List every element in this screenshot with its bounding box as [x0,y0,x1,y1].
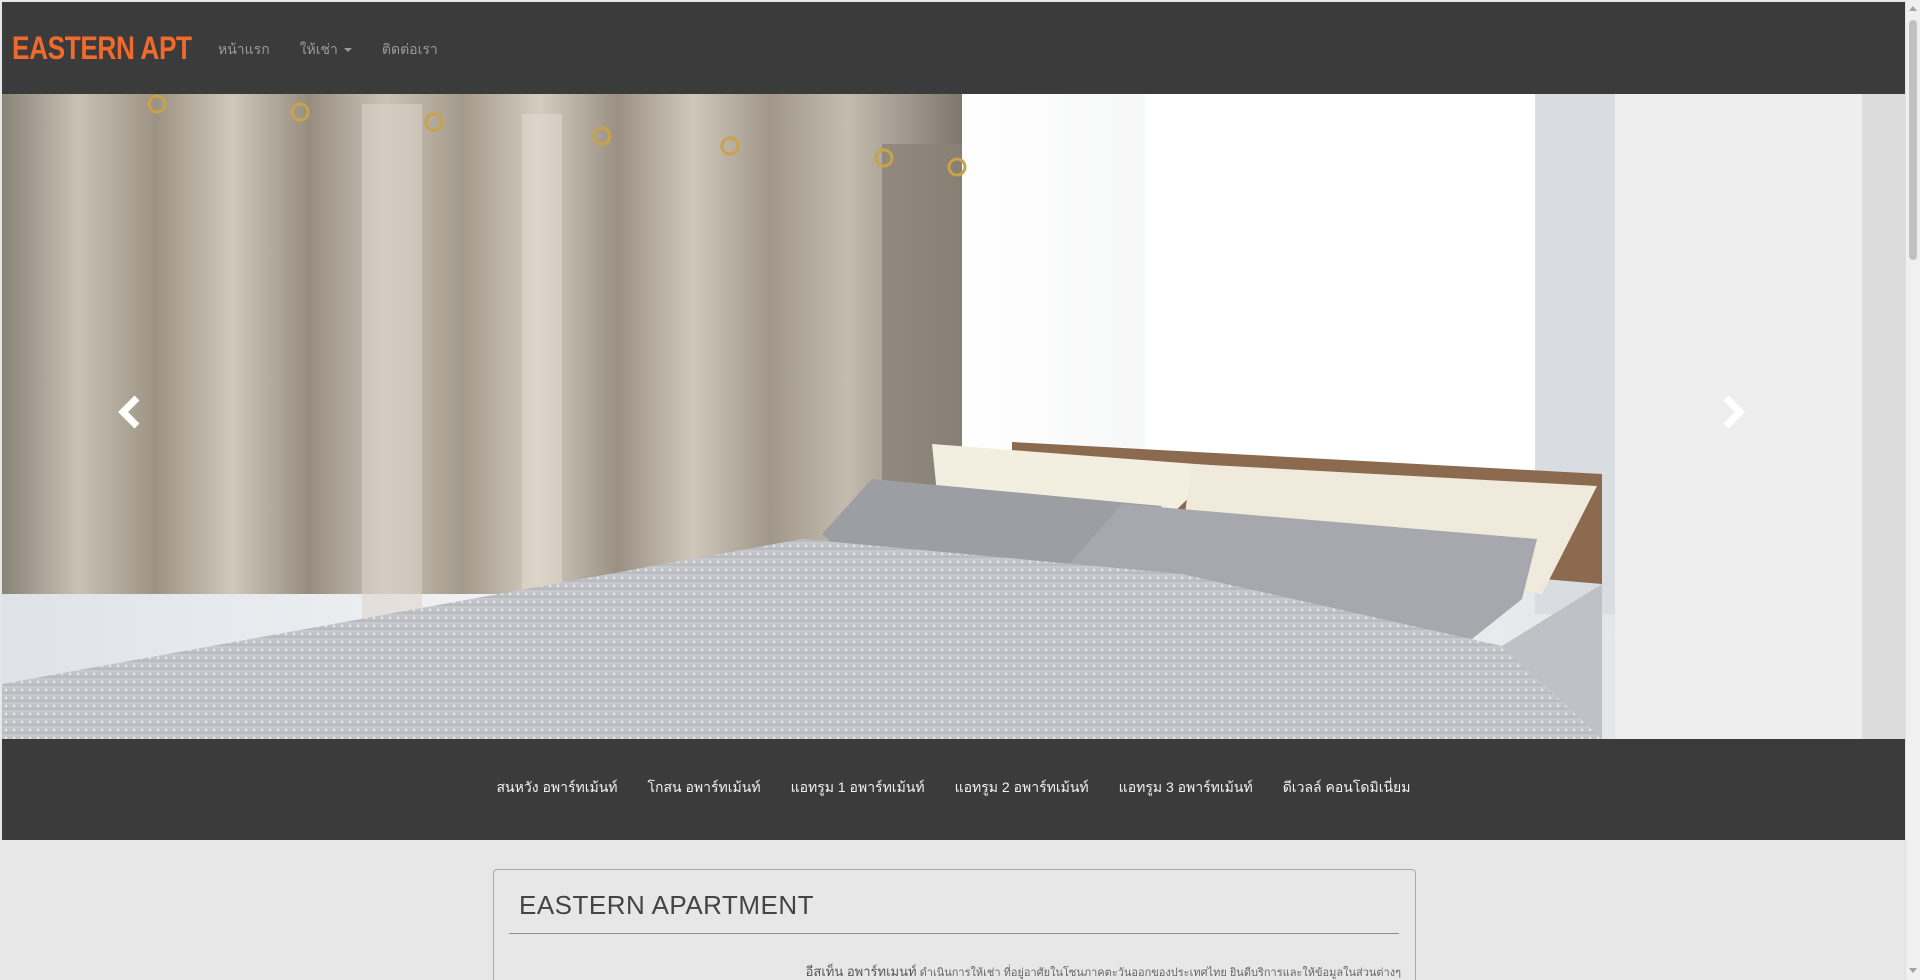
subnav-link-koson[interactable]: โกสน อพาร์ทเม้นท์ [648,777,761,799]
caret-down-icon [343,48,352,52]
page: EASTERN APT หน้าแรก ให้เช่า ติดต่อเรา สน… [2,2,1905,980]
property-links: สนหวัง อพาร์ทเม้นท์ โกสน อพาร์ทเม้นท์ แอ… [497,777,1411,799]
panel-lead: อีสเท็น อพาร์ทเมนท์ [805,964,917,979]
panel-title: EASTERN APARTMENT [519,890,815,920]
scroll-up-arrow-icon[interactable] [1909,6,1917,11]
nav-link-home-label: หน้าแรก [218,41,270,57]
top-navbar: EASTERN APT หน้าแรก ให้เช่า ติดต่อเรา [2,2,1905,94]
brand-logo[interactable]: EASTERN APT [12,30,192,67]
subnav-link-atroom-3[interactable]: แอทรูม 3 อพาร์ทเม้นท์ [1119,777,1253,799]
chevron-right-icon [1723,395,1745,429]
divider [509,933,1399,934]
property-subnav: สนหวัง อพาร์ทเม้นท์ โกสน อพาร์ทเม้นท์ แอ… [2,739,1905,840]
panel-description: อีสเท็น อพาร์ทเมนท์ ดำเนินการให้เช่า ที่… [806,961,1401,980]
bedroom-photo [2,94,1905,739]
subnav-link-dwell-condo[interactable]: ดีเวลล์ คอนโดมิเนี่ยม [1283,777,1411,799]
nav-link-contact[interactable]: ติดต่อเรา [382,39,438,61]
carousel-prev-button[interactable] [115,394,175,454]
scroll-down-arrow-icon[interactable] [1909,968,1917,973]
nav-link-rent-label: ให้เช่า [299,41,338,57]
nav-link-rent-dropdown[interactable]: ให้เช่า [300,39,352,61]
carousel-next-button[interactable] [1720,394,1780,454]
nav-links: หน้าแรก ให้เช่า ติดต่อเรา [218,39,438,61]
about-panel: EASTERN APARTMENT อีสเท็น อพาร์ทเมนท์ ดำ… [493,869,1416,980]
panel-body: ดำเนินการให้เช่า ที่อยู่อาศัยในโซนภาคตะว… [919,967,1401,979]
nav-link-contact-label: ติดต่อเรา [381,41,438,57]
subnav-link-sonwang[interactable]: สนหวัง อพาร์ทเม้นท์ [497,777,618,799]
subnav-link-atroom-2[interactable]: แอทรูม 2 อพาร์ทเม้นท์ [955,777,1089,799]
scroll-thumb[interactable] [1909,20,1917,260]
nav-link-home[interactable]: หน้าแรก [218,39,270,61]
chevron-left-icon [118,395,140,429]
hero-carousel [2,94,1905,739]
vertical-scrollbar[interactable] [1905,0,1920,980]
subnav-link-atroom-1[interactable]: แอทรูม 1 อพาร์ทเม้นท์ [791,777,925,799]
